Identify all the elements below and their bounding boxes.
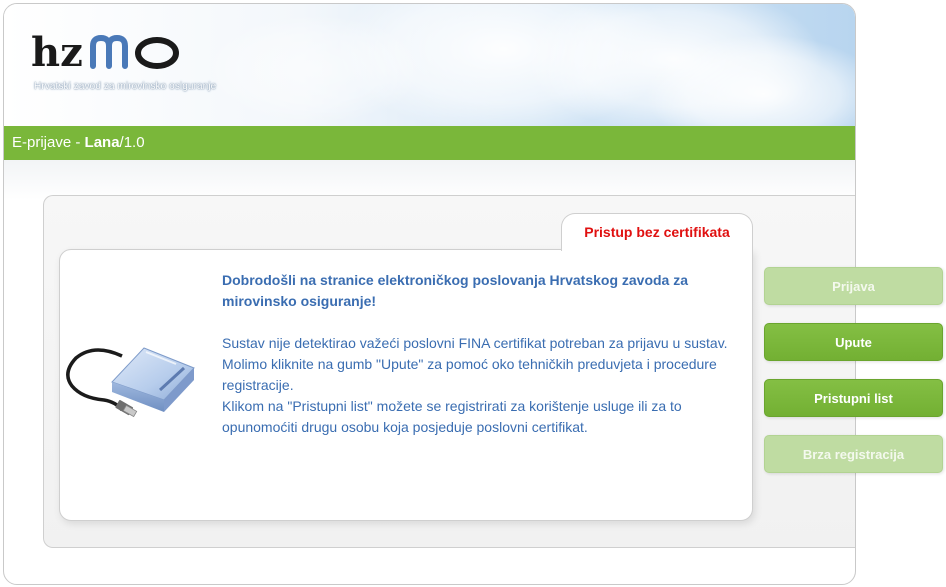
info-line-instructions: Molimo kliknite na gumb "Upute" za pomoć… (222, 356, 717, 393)
app-title-prefix: E-prijave - (12, 134, 85, 151)
upute-button[interactable]: Upute (764, 323, 943, 361)
svg-text:hz: hz (31, 29, 83, 76)
info-line-certificate: Sustav nije detektirao važeći poslovni F… (222, 335, 728, 351)
card-reader-icon (66, 347, 195, 418)
hzmo-logo: hz (31, 29, 179, 76)
app-name: Lana (84, 134, 120, 151)
organization-subtitle: Hrvatski zavod za mirovinsko osiguranje (34, 81, 217, 92)
app-version: /1.0 (119, 134, 145, 151)
pristupni-list-button[interactable]: Pristupni list (764, 379, 943, 417)
below-bar-gradient (4, 160, 855, 200)
header-banner: hz Hrvatski zavod za mirovinsko osiguran… (4, 4, 855, 126)
app-title-bar: E-prijave - Lana/1.0 (4, 126, 855, 160)
prijava-button[interactable]: Prijava (764, 267, 943, 305)
brza-registracija-button[interactable]: Brza registracija (764, 435, 943, 473)
info-text: Sustav nije detektirao važeći poslovni F… (222, 333, 742, 438)
tab-pristup-bez-certifikata[interactable]: Pristup bez certifikata (561, 213, 753, 251)
welcome-heading: Dobrodošli na stranice elektroničkog pos… (222, 272, 689, 309)
info-line-access-sheet: Klikom na "Pristupni list" možete se reg… (222, 398, 682, 435)
